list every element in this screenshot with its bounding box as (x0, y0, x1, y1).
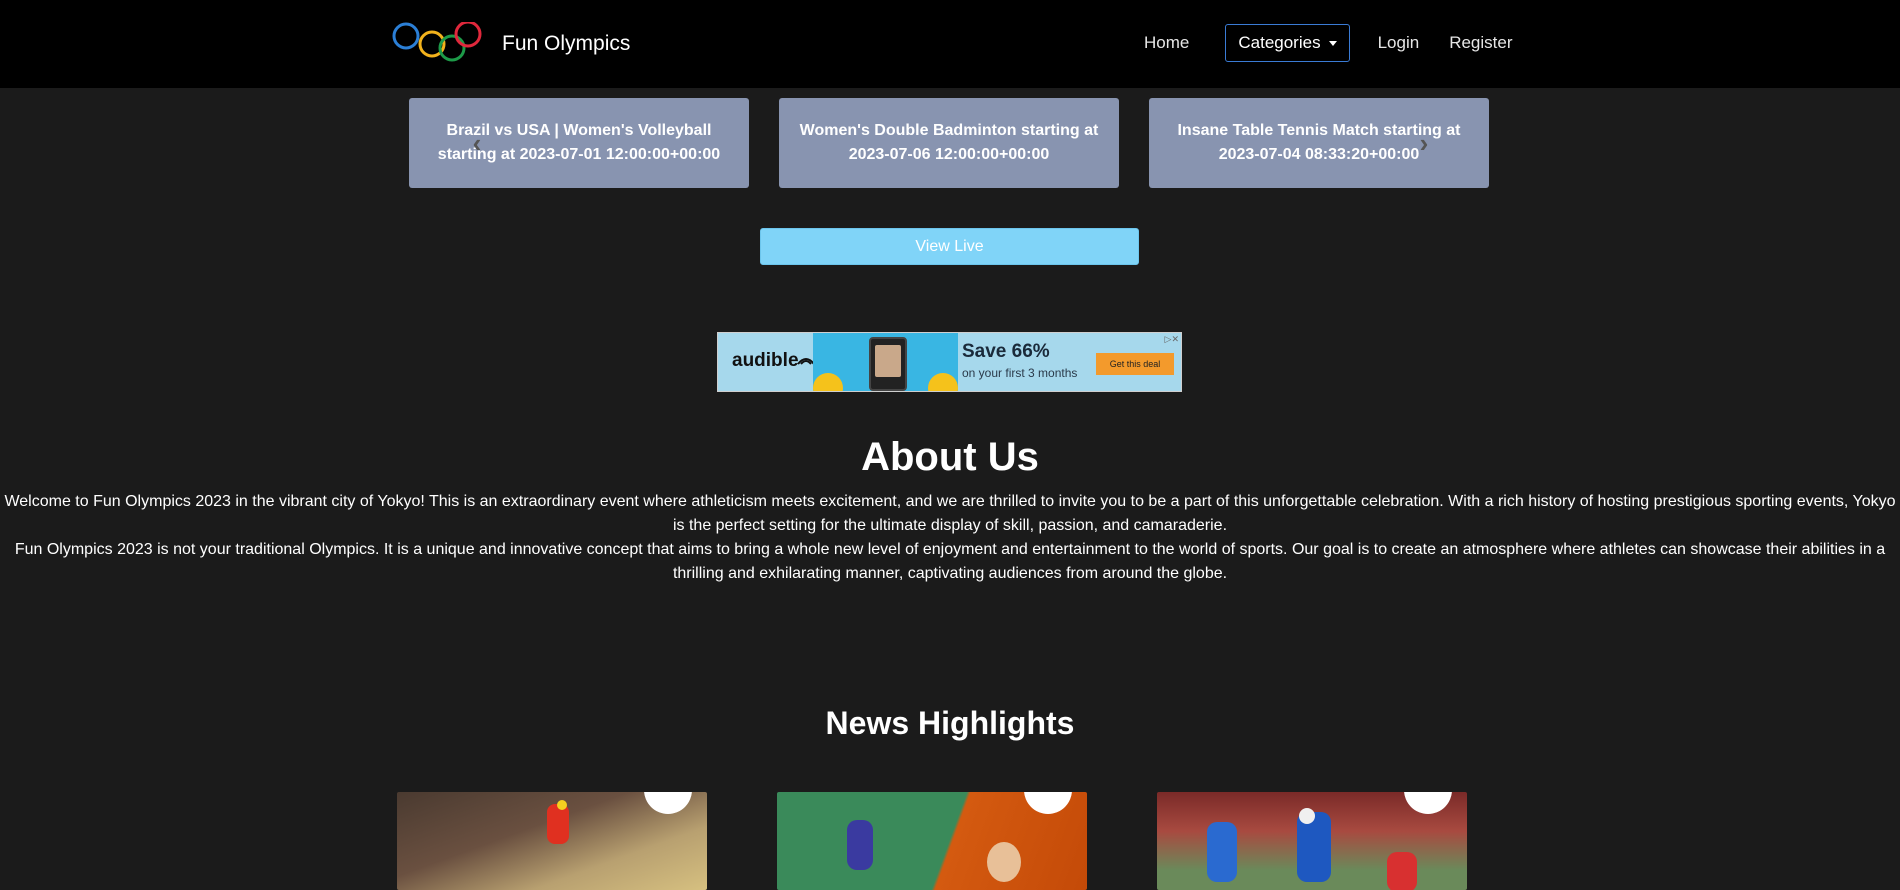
ad-image (813, 333, 958, 391)
about-paragraph: Welcome to Fun Olympics 2023 in the vibr… (4, 493, 1896, 534)
decor-circle-icon (928, 373, 958, 391)
nav-categories-label: Categories (1238, 33, 1321, 52)
nav-links: Home Categories Login Register (1130, 23, 1513, 63)
athlete-figure (1207, 822, 1237, 882)
brand-name: Fun Olympics (502, 32, 631, 55)
ad-close-icon[interactable]: ▷✕ (1165, 334, 1179, 345)
ball-icon (557, 800, 567, 810)
navbar: Fun Olympics Home Categories Login Regis… (0, 0, 1900, 88)
news-title: News Highlights (825, 705, 1075, 741)
caret-down-icon (1328, 40, 1337, 46)
athlete-figure (987, 842, 1021, 882)
carousel-slide[interactable]: Women's Double Badminton starting at 202… (779, 98, 1119, 188)
view-live-button[interactable]: View Live (760, 228, 1139, 265)
ad-cta-button[interactable]: Get this deal (1096, 353, 1174, 375)
card-badge (644, 792, 692, 814)
nav-register-link[interactable]: Register (1449, 33, 1512, 53)
chevron-left-icon[interactable]: ‹ (465, 130, 489, 156)
chevron-right-icon[interactable]: › (1412, 130, 1436, 156)
carousel-slide[interactable]: Insane Table Tennis Match starting at 20… (1149, 98, 1489, 188)
about-text: Welcome to Fun Olympics 2023 in the vibr… (0, 490, 1900, 586)
athlete-figure (547, 804, 569, 844)
ad-subtext: on your first 3 months (962, 366, 1078, 380)
brand[interactable]: Fun Olympics (392, 22, 630, 66)
news-card[interactable] (1157, 792, 1467, 890)
card-badge (1404, 792, 1452, 814)
nav-home-link[interactable]: Home (1144, 33, 1189, 53)
about-title: About Us (861, 435, 1039, 479)
events-carousel: Brazil vs USA | Women's Volleyball start… (409, 98, 1490, 188)
ad-headline: Save 66% (962, 341, 1050, 362)
decor-circle-icon (813, 373, 843, 391)
news-card[interactable] (777, 792, 1087, 890)
phone-screen (875, 345, 901, 377)
carousel-slide[interactable]: Brazil vs USA | Women's Volleyball start… (409, 98, 749, 188)
news-card[interactable] (397, 792, 707, 890)
card-badge (1024, 792, 1072, 814)
athlete-figure (847, 820, 873, 870)
audible-ad-banner[interactable]: audible Save 66% on your first 3 months … (717, 332, 1182, 392)
about-paragraph: Fun Olympics 2023 is not your traditiona… (14, 541, 1886, 582)
athlete-figure (1387, 852, 1417, 890)
ball-icon (1299, 808, 1315, 824)
nav-login-link[interactable]: Login (1378, 33, 1420, 53)
nav-categories-dropdown[interactable]: Categories (1225, 24, 1350, 62)
olympic-rings-logo-icon (392, 22, 482, 62)
phone-icon (869, 337, 907, 391)
ad-brand: audible (732, 350, 799, 371)
